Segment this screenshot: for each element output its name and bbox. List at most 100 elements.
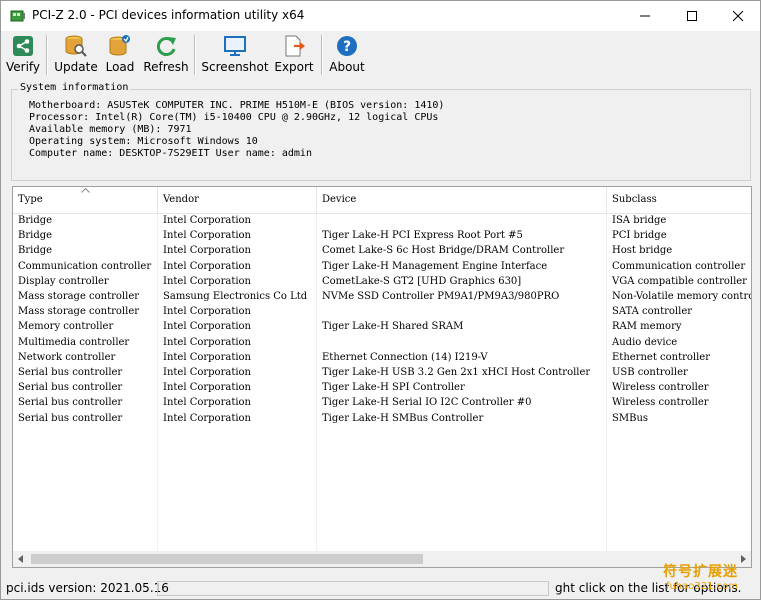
- column-header-label: Device: [322, 194, 357, 205]
- table-cell-subclass: Wireless controller: [612, 397, 709, 409]
- table-cell-vendor: Intel Corporation: [163, 351, 251, 363]
- app-icon: [10, 10, 25, 22]
- table-cell-subclass: USB controller: [612, 367, 688, 378]
- table-row[interactable]: Serial bus controller Intel Corporation Ti…: [13, 411, 751, 426]
- table-cell-subclass: Audio device: [612, 336, 678, 348]
- watermark: 符号扩展迷 fuhao321.com: [663, 561, 738, 592]
- device-list[interactable]: Type Vendor Device Subclass Bridge Intel …: [12, 186, 752, 568]
- title-bar[interactable]: PCI-Z 2.0 - PCI devices information util…: [1, 1, 760, 31]
- table-row[interactable]: Multimedia controller Intel Corporation Au…: [13, 335, 751, 350]
- computer-info: Computer name: DESKTOP-7S29EIT User name…: [29, 148, 312, 159]
- table-row[interactable]: Display controller Intel Corporation Comet…: [13, 274, 751, 289]
- status-bar: pci.ids version: 2021.05.16 ght click on…: [1, 578, 760, 599]
- table-cell-device: Tiger Lake-H USB 3.2 Gen 2x1 xHCI Host C…: [322, 367, 591, 378]
- maximize-button[interactable]: [669, 1, 715, 31]
- table-row[interactable]: Mass storage controller Intel Corporation…: [13, 304, 751, 319]
- table-cell-vendor: Intel Corporation: [163, 245, 251, 257]
- table-row[interactable]: Bridge Intel Corporation Tiger Lake-H PCI …: [13, 228, 751, 243]
- table-row[interactable]: Bridge Intel Corporation Comet Lake-S 6c H…: [13, 243, 751, 258]
- table-cell-type: Serial bus controller: [18, 397, 123, 409]
- processor-info: Processor: Intel(R) Core(TM) i5-10400 CP…: [29, 112, 439, 123]
- table-cell-type: Bridge: [18, 230, 53, 242]
- column-header-type[interactable]: Type: [13, 187, 158, 213]
- table-cell-type: Bridge: [18, 215, 53, 226]
- table-cell-vendor: Intel Corporation: [163, 306, 251, 318]
- motherboard-info: Motherboard: ASUSTeK COMPUTER INC. PRIME…: [29, 100, 445, 111]
- refresh-button[interactable]: Refresh: [143, 34, 189, 76]
- table-cell-subclass: SMBus: [612, 412, 649, 424]
- load-button[interactable]: Load: [104, 34, 136, 76]
- table-row[interactable]: Communication controller Intel Corporatio…: [13, 259, 751, 274]
- search-db-icon: [65, 35, 87, 57]
- table-cell-type: Memory controller: [18, 321, 114, 333]
- table-row[interactable]: Serial bus controller Intel Corporation Ti…: [13, 380, 751, 395]
- table-cell-vendor: Intel Corporation: [163, 382, 251, 394]
- table-cell-subclass: VGA compatible controller: [612, 275, 747, 287]
- main-window: PCI-Z 2.0 - PCI devices information util…: [0, 0, 761, 600]
- table-row[interactable]: Serial bus controller Intel Corporation Ti…: [13, 365, 751, 380]
- table-row[interactable]: Network controller Intel Corporation Ether…: [13, 350, 751, 365]
- table-cell-subclass: SATA controller: [612, 306, 693, 318]
- table-cell-subclass: ISA bridge: [612, 215, 667, 226]
- table-cell-device: Tiger Lake-H SMBus Controller: [322, 412, 484, 424]
- export-icon: [285, 35, 305, 57]
- table-cell-type: Bridge: [18, 245, 53, 257]
- table-cell-device: Tiger Lake-H Management Engine Interface: [322, 260, 548, 272]
- table-cell-type: Display controller: [18, 275, 109, 287]
- table-cell-device: Tiger Lake-H Serial IO I2C Controller #0: [322, 397, 532, 409]
- table-cell-device: [317, 213, 607, 228]
- table-cell-subclass: Non-Volatile memory controller: [612, 291, 751, 302]
- about-button[interactable]: ? About: [328, 34, 366, 76]
- list-header: Type Vendor Device Subclass: [13, 187, 751, 214]
- pci-ids-version: pci.ids version: 2021.05.16: [6, 581, 169, 595]
- table-cell-type: Network controller: [18, 351, 116, 363]
- system-information-legend: System information: [18, 82, 131, 93]
- table-cell-type: Mass storage controller: [18, 291, 140, 302]
- load-db-icon: [109, 35, 130, 56]
- toolbar: Verify Update Load Refresh Screenshot Ex…: [1, 31, 760, 79]
- minimize-button[interactable]: [622, 1, 668, 31]
- toolbar-separator: [194, 35, 196, 75]
- table-row[interactable]: Memory controller Intel Corporation Tiger …: [13, 319, 751, 334]
- close-button[interactable]: [715, 1, 760, 31]
- table-cell-vendor: Intel Corporation: [163, 367, 251, 378]
- watermark-title: 符号扩展迷: [663, 564, 738, 580]
- close-icon: [732, 10, 744, 22]
- table-cell-vendor: Intel Corporation: [163, 321, 251, 333]
- table-cell-vendor: Intel Corporation: [163, 336, 251, 348]
- screenshot-button[interactable]: Screenshot: [201, 34, 269, 76]
- table-cell-device: CometLake-S GT2 [UHD Graphics 630]: [322, 275, 522, 287]
- load-label: Load: [105, 60, 135, 74]
- export-button[interactable]: Export: [274, 34, 314, 76]
- table-row[interactable]: Serial bus controller Intel Corporation Ti…: [13, 395, 751, 410]
- horizontal-scrollbar[interactable]: [13, 551, 751, 567]
- table-cell-device: Ethernet Connection (14) I219-V: [322, 351, 488, 363]
- table-cell-type: Serial bus controller: [18, 367, 123, 378]
- os-info: Operating system: Microsoft Windows 10: [29, 136, 258, 147]
- table-cell-device: Comet Lake-S 6c Host Bridge/DRAM Control…: [322, 245, 565, 257]
- update-button[interactable]: Update: [54, 34, 98, 76]
- table-cell-vendor: Intel Corporation: [163, 215, 251, 226]
- table-cell-subclass: PCI bridge: [612, 230, 667, 242]
- table-cell-device: [317, 304, 607, 319]
- column-header-device[interactable]: Device: [317, 187, 607, 213]
- refresh-icon: [156, 37, 176, 56]
- column-header-vendor[interactable]: Vendor: [158, 187, 317, 213]
- table-cell-subclass: Communication controller: [612, 260, 746, 272]
- scrollbar-thumb[interactable]: [31, 554, 423, 564]
- memory-info: Available memory (MB): 7971: [29, 124, 192, 135]
- monitor-icon: [224, 36, 246, 56]
- table-row[interactable]: Mass storage controller Samsung Electroni…: [13, 289, 751, 304]
- column-header-label: Vendor: [163, 194, 199, 205]
- table-cell-subclass: Wireless controller: [612, 382, 709, 394]
- toolbar-separator: [321, 35, 323, 75]
- column-header-subclass[interactable]: Subclass: [607, 187, 751, 213]
- table-cell-device: Tiger Lake-H Shared SRAM: [322, 321, 464, 333]
- table-cell-vendor: Intel Corporation: [163, 412, 251, 424]
- scroll-left-icon[interactable]: [13, 551, 29, 567]
- toolbar-separator: [46, 35, 48, 75]
- table-cell-subclass: Host bridge: [612, 245, 673, 257]
- verify-button[interactable]: Verify: [5, 34, 41, 76]
- table-row[interactable]: Bridge Intel Corporation ISA bridge: [13, 213, 751, 228]
- share-icon: [13, 36, 33, 56]
